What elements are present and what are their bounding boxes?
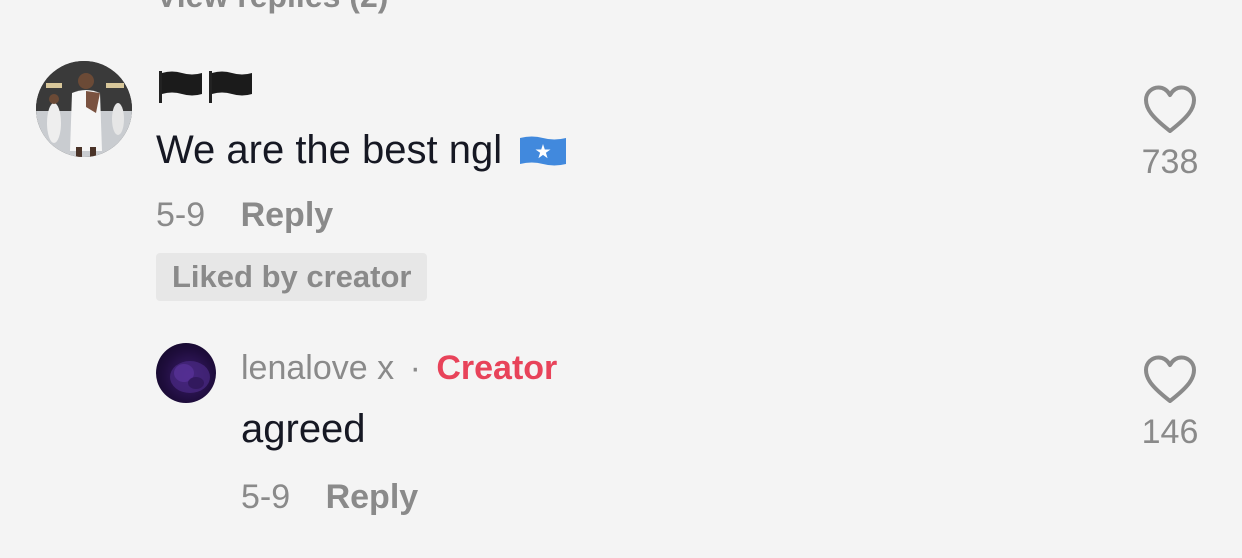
reply-comment-avatar[interactable] xyxy=(156,343,216,403)
user-avatar-photo xyxy=(36,61,132,157)
reply-username[interactable]: lenalove x xyxy=(241,349,394,387)
liked-by-creator-badge: Liked by creator xyxy=(156,253,428,301)
user-avatar-purple xyxy=(170,361,210,393)
view-replies-link[interactable]: View replies (2) xyxy=(156,0,388,15)
comments-panel: View replies (2) We are the best xyxy=(0,0,1242,558)
reply-button[interactable]: Reply xyxy=(326,478,419,516)
somalia-flag-icon xyxy=(520,136,567,165)
comment-date: 5-9 xyxy=(241,478,291,516)
comment-date: 5-9 xyxy=(156,196,206,234)
reply-comment-header: lenalove x · Creator xyxy=(241,349,557,388)
main-comment-avatar[interactable] xyxy=(36,61,132,157)
like-count: 738 xyxy=(1141,143,1199,181)
main-comment-text: We are the best ngl xyxy=(156,128,568,173)
reply-comment-text: agreed xyxy=(241,407,366,451)
black-flag-icon xyxy=(209,71,252,103)
heart-icon[interactable] xyxy=(1142,84,1198,136)
main-comment-meta: 5-9 Reply xyxy=(156,196,333,235)
reply-comment-meta: 5-9 Reply xyxy=(241,478,418,517)
creator-label: Creator xyxy=(436,349,558,387)
separator-dot: · xyxy=(409,349,421,387)
reply-button[interactable]: Reply xyxy=(241,196,334,234)
like-count: 146 xyxy=(1141,413,1199,451)
heart-icon[interactable] xyxy=(1142,354,1198,406)
comment-body: We are the best ngl xyxy=(156,128,503,172)
reply-comment-like[interactable]: 146 xyxy=(1130,354,1210,452)
main-comment-like[interactable]: 738 xyxy=(1130,84,1210,182)
main-comment-username[interactable] xyxy=(158,70,254,104)
black-flag-icon xyxy=(159,71,202,103)
